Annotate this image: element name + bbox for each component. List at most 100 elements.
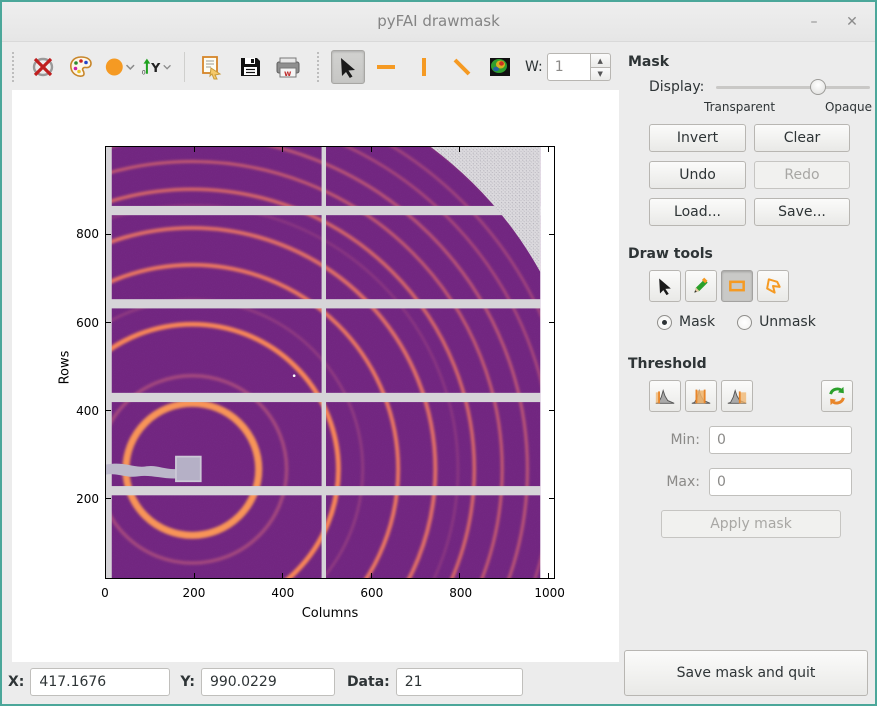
window-title: pyFAI drawmask (2, 12, 875, 30)
unmask-radio-label: Unmask (759, 314, 816, 330)
slider-handle[interactable] (810, 79, 826, 95)
mask-below-min-button[interactable] (649, 380, 681, 412)
x-tick-mark (282, 147, 283, 152)
copy-icon (199, 54, 225, 80)
horizontal-line-tool-button[interactable] (369, 50, 403, 84)
refresh-threshold-button[interactable] (821, 380, 853, 412)
max-label: Max: (664, 474, 700, 490)
x-tick-mark (371, 573, 372, 578)
y-coord-field: 990.0229 (201, 668, 335, 696)
pan-select-tool-button[interactable] (331, 50, 365, 84)
clear-button[interactable]: Clear (754, 124, 850, 152)
spin-down-button[interactable]: ▼ (591, 67, 611, 81)
mask-opacity-slider[interactable] (716, 78, 870, 96)
y-tick-mark (106, 498, 111, 499)
draw-tools-title: Draw tools (628, 246, 870, 262)
copy-button[interactable] (195, 50, 229, 84)
diffraction-plot[interactable] (105, 146, 555, 579)
min-label: Min: (664, 432, 700, 448)
pencil-width-spinbox: 1 ▲ ▼ (547, 53, 611, 81)
x-tick-mark (194, 147, 195, 152)
histogram-above-max-icon (726, 385, 748, 407)
marker-color-button[interactable] (102, 50, 136, 84)
vertical-line-icon (411, 54, 437, 80)
rectangle-tool-button[interactable] (721, 270, 753, 302)
data-value-label: Data: (347, 674, 390, 690)
polygon-tool-button[interactable] (757, 270, 789, 302)
y-tick-mark (106, 322, 111, 323)
pencil-width-input[interactable]: 1 (547, 53, 591, 81)
minimize-button[interactable]: – (801, 10, 827, 34)
y-tick-label: 200 (76, 492, 99, 506)
save-mask-and-quit-button[interactable]: Save mask and quit (624, 650, 868, 696)
invert-button[interactable]: Invert (649, 124, 746, 152)
display-label: Display: (649, 79, 704, 95)
x-tick-mark (194, 573, 195, 578)
diffraction-image (106, 147, 554, 578)
draw-tools-section: Draw tools (624, 246, 870, 330)
load-button[interactable]: Load... (649, 198, 746, 226)
toolbar-separator (184, 52, 185, 82)
save-icon (237, 54, 263, 80)
mask-radio-label: Mask (679, 314, 715, 330)
max-input[interactable]: 0 (709, 468, 852, 496)
histogram-between-icon (690, 385, 712, 407)
spin-up-button[interactable]: ▲ (591, 53, 611, 67)
x-tick-mark (282, 573, 283, 578)
y-tick-label: 800 (76, 227, 99, 241)
colormap-button[interactable] (64, 50, 98, 84)
transparent-label: Transparent (704, 100, 775, 114)
reset-zoom-icon (30, 54, 56, 80)
select-tool-button[interactable] (649, 270, 681, 302)
diagonal-line-tool-button[interactable] (445, 50, 479, 84)
undo-button[interactable]: Undo (649, 161, 746, 189)
x-tick-label: 800 (449, 586, 472, 600)
save-snapshot-button[interactable] (233, 50, 267, 84)
pencil-tool-button[interactable] (685, 270, 717, 302)
x-coord-field: 417.1676 (30, 668, 170, 696)
polygon-icon (763, 276, 783, 296)
close-button[interactable]: ✕ (839, 10, 865, 34)
x-axis-label: Columns (105, 606, 555, 621)
opaque-label: Opaque (825, 100, 872, 114)
toolbar-drag-handle-2[interactable] (317, 52, 323, 82)
reset-zoom-button[interactable] (26, 50, 60, 84)
pencil-icon (691, 276, 711, 296)
toolbar-drag-handle[interactable] (12, 52, 18, 82)
print-icon: w (274, 54, 302, 80)
y-tick-label: 400 (76, 404, 99, 418)
min-input[interactable]: 0 (709, 426, 852, 454)
rectangle-icon (727, 276, 747, 296)
vertical-line-tool-button[interactable] (407, 50, 441, 84)
slider-trough (716, 86, 870, 89)
x-tick-mark (548, 573, 549, 578)
x-tick-mark (548, 147, 549, 152)
horizontal-line-icon (373, 54, 399, 80)
mask-section-title: Mask (628, 54, 870, 70)
radio-dot-selected (657, 315, 672, 330)
x-coord-label: X: (8, 674, 24, 690)
y-axis-orientation-button[interactable]: 0 Y (140, 50, 174, 84)
y-tick-mark (549, 234, 554, 235)
data-value-field: 21 (396, 668, 523, 696)
unmask-radio[interactable]: Unmask (737, 314, 816, 330)
pencil-width-label: W: (525, 59, 543, 75)
print-button[interactable]: w (271, 50, 305, 84)
svg-text:0: 0 (142, 71, 146, 77)
x-tick-label: 0 (101, 586, 109, 600)
histogram-below-min-icon (654, 385, 676, 407)
radio-dot (737, 315, 752, 330)
threshold-section: Threshold (624, 356, 870, 538)
mask-above-max-button[interactable] (721, 380, 753, 412)
plot-canvas: 02004006008001000200400600800 Columns Ro… (12, 90, 619, 662)
image-tool-button[interactable] (483, 50, 517, 84)
y-axis-label: Rows (57, 351, 72, 385)
save-button[interactable]: Save... (754, 198, 850, 226)
x-tick-label: 1000 (534, 586, 565, 600)
x-tick-mark (371, 147, 372, 152)
x-tick-mark (105, 147, 106, 152)
redo-button: Redo (754, 161, 850, 189)
mask-radio[interactable]: Mask (657, 314, 715, 330)
mask-between-button[interactable] (685, 380, 717, 412)
image-tool-icon (487, 54, 513, 80)
